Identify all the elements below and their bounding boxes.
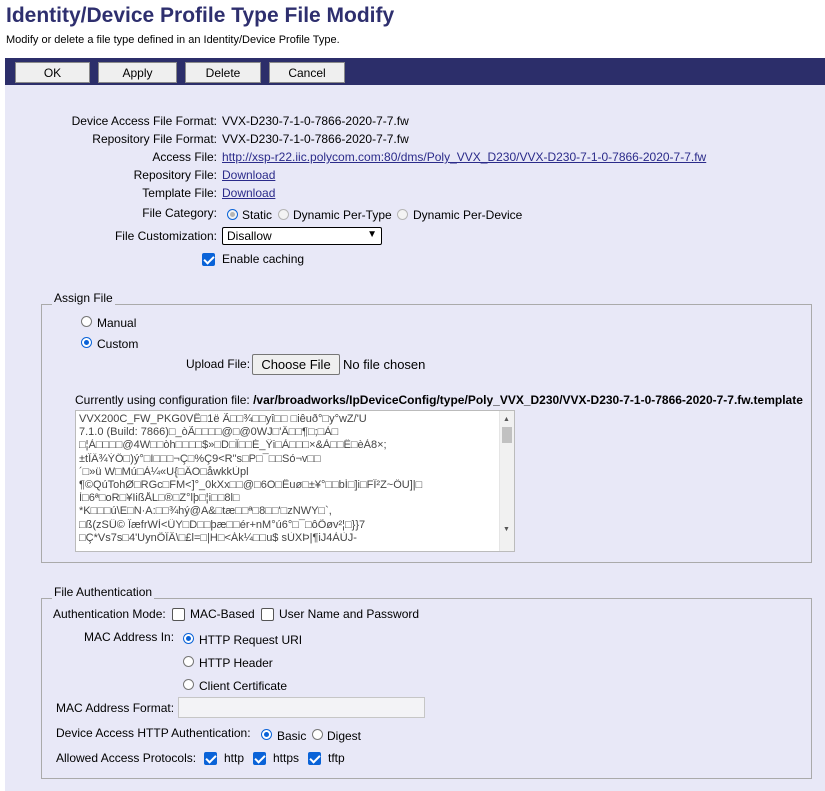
scroll-down-icon[interactable]: ▼ (503, 523, 510, 536)
assign-file-legend: Assign File (52, 291, 115, 305)
user-name-password-label: User Name and Password (279, 607, 420, 621)
http-auth-digest-label: Digest (327, 729, 362, 743)
enable-caching-checkbox[interactable] (202, 253, 215, 266)
template-file-label: Template File: (142, 186, 217, 200)
mac-in-http-request-uri-label: HTTP Request URI (199, 633, 303, 647)
user-name-password-checkbox[interactable] (261, 608, 274, 621)
file-content-line: ´□»ü W□Mú□À¼«U{□ÄO□åwkkÙpl (79, 465, 249, 478)
repository-file-label: Repository File: (133, 168, 217, 182)
current-config-path: /var/broadworks/IpDeviceConfig/type/Poly… (253, 393, 803, 407)
form-panel: Device Access File Format: VVX-D230-7-1-… (5, 85, 825, 791)
mac-in-http-header-label: HTTP Header (199, 656, 273, 670)
file-category-dynamic-per-type-radio[interactable] (278, 209, 289, 220)
assign-custom-label: Custom (97, 337, 139, 351)
file-content-line: ¶©QúTohØ□RGc□FM<]°_0kXx□□@□6O□Êuø□±¥°□□b… (79, 479, 423, 492)
allowed-access-protocols-label: Allowed Access Protocols: (56, 751, 197, 765)
protocol-tftp-checkbox[interactable] (308, 752, 321, 765)
mac-based-checkbox[interactable] (172, 608, 185, 621)
mac-in-http-request-uri-radio[interactable] (183, 633, 194, 644)
file-category-static-radio[interactable] (227, 209, 238, 220)
mac-address-format-label: MAC Address Format: (56, 701, 175, 715)
assign-manual-radio[interactable] (81, 316, 92, 327)
mac-in-client-certificate-label: Client Certificate (199, 679, 288, 693)
current-config-prefix: Currently using configuration file: (75, 393, 254, 407)
file-category-dynamic-per-type-label: Dynamic Per-Type (293, 208, 392, 222)
file-content-line: Ì□6ª□oR□¥IißÅL□®□Z°lþ□¦i□□8l□ (79, 492, 240, 505)
protocol-http-checkbox[interactable] (204, 752, 217, 765)
protocol-https-label: https (273, 751, 300, 765)
scroll-up-icon[interactable]: ▲ (503, 413, 510, 426)
action-toolbar: OK Apply Delete Cancel (5, 58, 825, 85)
scrollbar-thumb[interactable] (502, 427, 512, 443)
enable-caching-label: Enable caching (222, 252, 305, 266)
file-customization-select[interactable]: Disallow ▼ (222, 227, 382, 245)
http-auth-basic-radio[interactable] (261, 729, 272, 740)
file-customization-value: Disallow (227, 229, 272, 243)
access-file-label: Access File: (152, 150, 217, 164)
mac-based-label: MAC-Based (190, 607, 255, 621)
mac-in-client-certificate-radio[interactable] (183, 679, 194, 690)
protocol-https-checkbox[interactable] (253, 752, 266, 765)
choose-file-button[interactable]: Choose File (252, 354, 340, 375)
http-auth-basic-label: Basic (277, 729, 307, 743)
file-category-static-label: Static (242, 208, 273, 222)
mac-address-in-label: MAC Address In: (84, 630, 175, 644)
protocol-tftp-label: tftp (328, 751, 345, 765)
file-authentication-legend: File Authentication (52, 585, 155, 599)
delete-button[interactable]: Delete (185, 62, 261, 83)
file-content-line: □Ç*Vs7s□4'UynÕÎÂ\□£l=□|H□<Ák¼□□u$ sÙXÞ|¶… (79, 531, 357, 544)
cancel-button[interactable]: Cancel (269, 62, 345, 83)
file-content-line: □¦À□□□□@4W□□òh□□□□$»□D□Î□□É_Ÿi□À□□□×&À□□… (79, 439, 387, 452)
assign-manual-label: Manual (97, 316, 137, 330)
apply-button[interactable]: Apply (98, 62, 177, 83)
mac-address-format-input[interactable] (178, 697, 425, 718)
device-access-http-auth-label: Device Access HTTP Authentication: (56, 726, 251, 740)
upload-file-label: Upload File: (186, 357, 251, 371)
file-content-line: *K□□□ú\E□N·A:□□¾hý@A&□tæ□□ª□8□□'□zNWY□`, (79, 505, 332, 518)
file-customization-label: File Customization: (114, 229, 217, 243)
no-file-chosen-label: No file chosen (343, 357, 426, 372)
authentication-mode-label: Authentication Mode: (53, 607, 166, 621)
ok-button[interactable]: OK (15, 62, 90, 83)
access-file-link[interactable]: http://xsp-r22.iic.polycom.com:80/dms/Po… (222, 150, 706, 164)
device-access-file-format-value: VVX-D230-7-1-0-7866-2020-7-7.fw (222, 114, 409, 128)
repository-file-format-label: Repository File Format: (92, 132, 217, 146)
template-file-download-link[interactable]: Download (222, 186, 275, 200)
chevron-down-icon: ▼ (367, 229, 377, 240)
page-subtitle: Modify or delete a file type defined in … (6, 34, 340, 46)
http-auth-digest-radio[interactable] (312, 729, 323, 740)
assign-custom-radio[interactable] (81, 337, 92, 348)
current-config-label: Currently using configuration file: /var… (75, 393, 803, 407)
page-title: Identity/Device Profile Type File Modify (6, 4, 395, 27)
file-category-label: File Category: (142, 206, 217, 220)
file-content-line: VVX200C_FW_PKG0VÊ□1ë Ã□□¾□□yî□□ □iêuð°□y… (79, 413, 367, 425)
file-content-line: 7.1.0 (Build: 7866)□_òÃ□□□□@□@0WJ□'Â□□¶□… (79, 426, 339, 439)
file-category-dynamic-per-device-label: Dynamic Per-Device (413, 208, 523, 222)
config-file-content-textarea[interactable]: VVX200C_FW_PKG0VÊ□1ë Ã□□¾□□yî□□ □iêuð°□y… (75, 410, 515, 552)
file-content-line: □ß(zSÜ© ÎæfrWÌ<ÜY□D□□þæ□□ér+nM°ú6°□¯□ôÕø… (79, 518, 366, 531)
device-access-file-format-label: Device Access File Format: (71, 114, 217, 128)
file-content-line: ±tÎÄ¾ÝÖ□)ý°□I□□□¬Ç□%Ç9<R"s□P□¯□□Só¬v□□ (79, 452, 321, 465)
repository-file-format-value: VVX-D230-7-1-0-7866-2020-7-7.fw (222, 132, 409, 146)
mac-in-http-header-radio[interactable] (183, 656, 194, 667)
protocol-http-label: http (224, 751, 245, 765)
repository-file-download-link[interactable]: Download (222, 168, 275, 182)
file-category-dynamic-per-device-radio[interactable] (397, 209, 408, 220)
textarea-scrollbar[interactable]: ▲ ▼ (499, 411, 514, 551)
